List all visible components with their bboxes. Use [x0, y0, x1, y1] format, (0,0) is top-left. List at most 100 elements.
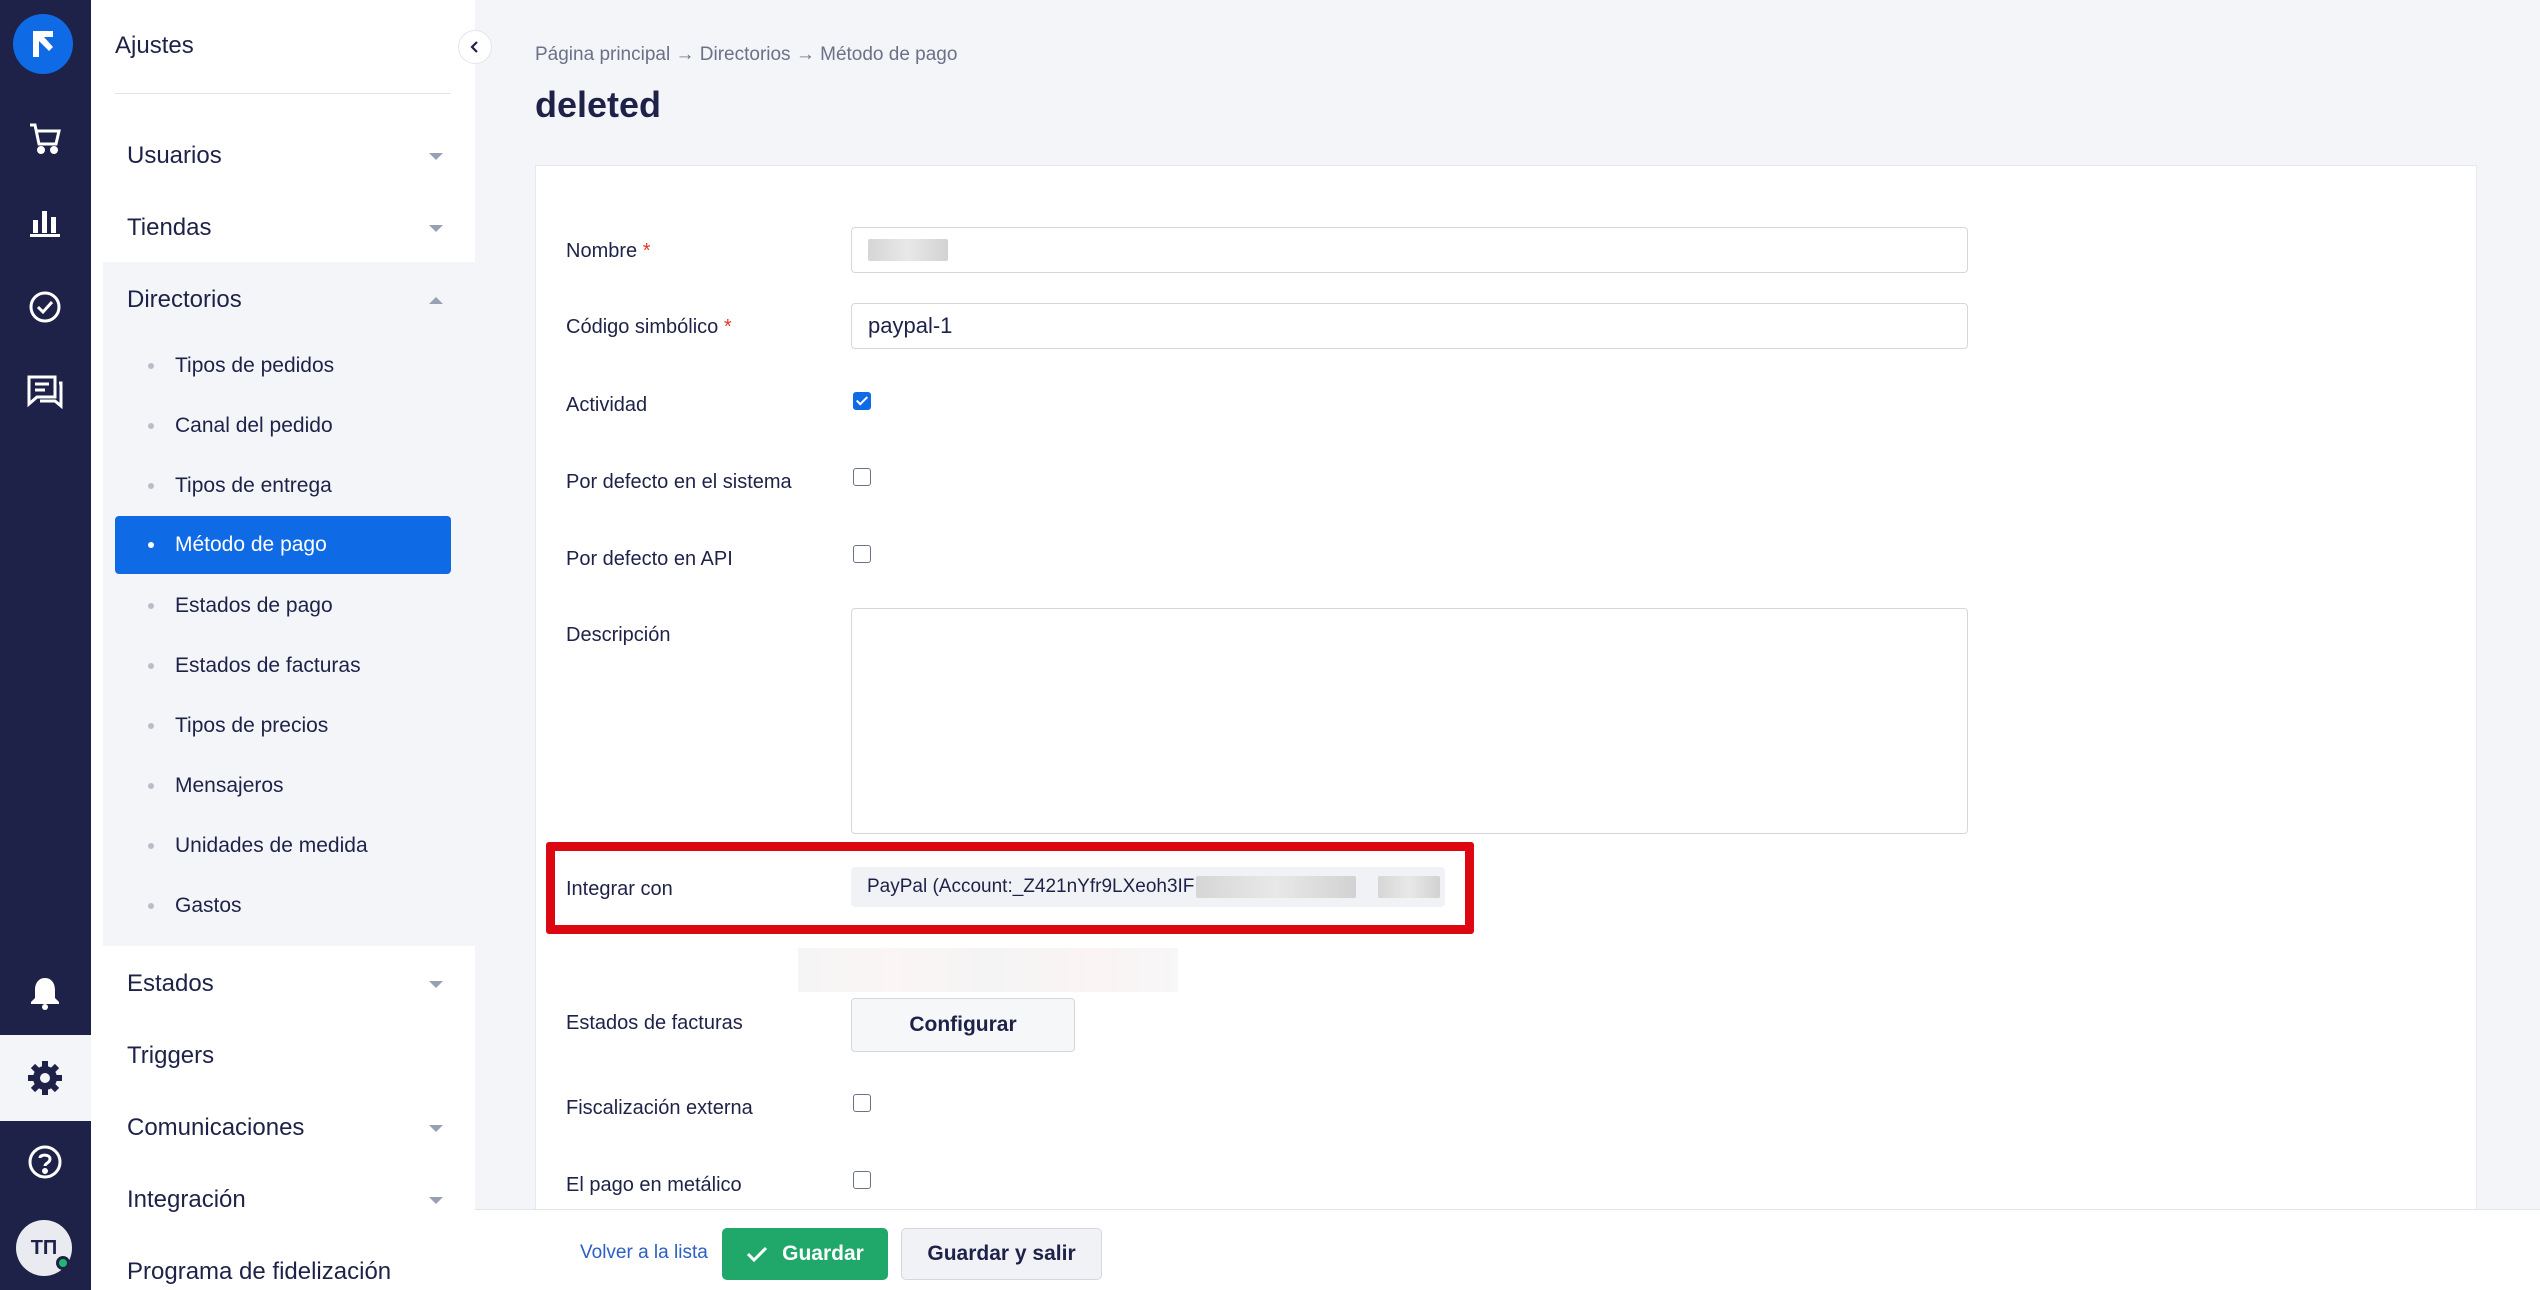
- defecto-api-checkbox[interactable]: [853, 545, 871, 563]
- redacted-value: [868, 239, 948, 261]
- defecto-api-label: Por defecto en API: [566, 548, 733, 570]
- sidebar-item-label: Tipos de precios: [175, 714, 329, 737]
- save-and-exit-button[interactable]: Guardar y salir: [901, 1228, 1102, 1280]
- sidebar-item-estados-de-pago[interactable]: Estados de pago: [115, 577, 451, 635]
- sidebar-item-label: Tipos de pedidos: [175, 354, 335, 377]
- sidebar-group-label: Programa de fidelización: [127, 1258, 392, 1285]
- chat-icon[interactable]: [22, 368, 68, 414]
- bullet-icon: [148, 843, 154, 849]
- sidebar-item-label: Unidades de medida: [175, 834, 368, 857]
- redacted-value: [1378, 876, 1441, 898]
- blurred-area: [798, 948, 1178, 992]
- chevron-down-icon: [429, 224, 443, 232]
- configurar-button[interactable]: Configurar: [851, 998, 1075, 1052]
- bullet-icon: [148, 542, 154, 548]
- sidebar-group-integracion[interactable]: Integración: [127, 1178, 451, 1222]
- actividad-checkbox[interactable]: [853, 392, 871, 410]
- check-icon: [747, 1246, 768, 1263]
- sidebar-item-canal-del-pedido[interactable]: Canal del pedido: [115, 397, 451, 455]
- sidebar-item-label: Estados de pago: [175, 594, 333, 617]
- bullet-icon: [148, 663, 154, 669]
- metalico-label: El pago en metálico: [566, 1174, 742, 1196]
- sidebar-group-triggers[interactable]: Triggers: [127, 1034, 451, 1078]
- descripcion-label: Descripción: [566, 624, 671, 646]
- sidebar-item-label: Método de pago: [175, 533, 327, 556]
- chevron-down-icon: [429, 980, 443, 988]
- online-status-indicator: [56, 1256, 70, 1270]
- save-button[interactable]: Guardar: [722, 1228, 888, 1280]
- required-mark: *: [723, 316, 732, 338]
- app-rail: TП: [0, 0, 91, 1290]
- nombre-label: Nombre *: [566, 240, 651, 262]
- sidebar-item-label: Mensajeros: [175, 774, 284, 797]
- sidebar-group-label: Directorios: [127, 286, 242, 313]
- sidebar-group-tiendas[interactable]: Tiendas: [127, 206, 451, 250]
- sidebar-group-label: Integración: [127, 1186, 246, 1213]
- settings-sidebar: Ajustes Usuarios Tiendas Directorios Tip…: [91, 0, 475, 1290]
- codigo-label: Código simbólico *: [566, 316, 732, 338]
- sidebar-group-label: Tiendas: [127, 214, 212, 241]
- breadcrumb[interactable]: Página principal → Directorios → Método …: [535, 44, 957, 66]
- bullet-icon: [148, 723, 154, 729]
- sidebar-group-label: Comunicaciones: [127, 1114, 305, 1141]
- sidebar-group-label: Estados: [127, 970, 214, 997]
- chevron-down-icon: [429, 1196, 443, 1204]
- sidebar-group-estados[interactable]: Estados: [127, 962, 451, 1006]
- sidebar-item-label: Canal del pedido: [175, 414, 333, 437]
- chevron-down-icon: [429, 152, 443, 160]
- cart-icon[interactable]: [22, 115, 68, 161]
- page-title: deleted: [535, 84, 662, 125]
- analytics-icon[interactable]: [22, 199, 68, 245]
- codigo-value: paypal-1: [868, 313, 953, 338]
- required-mark: *: [642, 240, 651, 262]
- bell-icon[interactable]: [22, 970, 68, 1016]
- sidebar-title: Ajustes: [115, 32, 194, 59]
- actividad-label: Actividad: [566, 394, 648, 416]
- sidebar-item-tipos-de-pedidos[interactable]: Tipos de pedidos: [115, 337, 451, 395]
- sidebar-item-tipos-de-precios[interactable]: Tipos de precios: [115, 697, 451, 755]
- bullet-icon: [148, 423, 154, 429]
- sidebar-item-label: Estados de facturas: [175, 654, 361, 677]
- sidebar-group-usuarios[interactable]: Usuarios: [127, 134, 451, 178]
- codigo-field[interactable]: paypal-1: [851, 303, 1968, 349]
- save-button-label: Guardar: [782, 1242, 864, 1265]
- estados-facturas-label: Estados de facturas: [566, 1012, 743, 1034]
- descripcion-textarea[interactable]: [851, 608, 1968, 834]
- sidebar-item-label: Tipos de entrega: [175, 474, 332, 497]
- bullet-icon: [148, 603, 154, 609]
- fiscalizacion-checkbox[interactable]: [853, 1094, 871, 1112]
- defecto-sistema-checkbox[interactable]: [853, 468, 871, 486]
- sidebar-item-metodo-de-pago[interactable]: Método de pago: [115, 516, 451, 574]
- sidebar-item-tipos-de-entrega[interactable]: Tipos de entrega: [115, 457, 451, 515]
- sidebar-item-gastos[interactable]: Gastos: [115, 877, 451, 935]
- bullet-icon: [148, 903, 154, 909]
- bullet-icon: [148, 783, 154, 789]
- help-icon[interactable]: [22, 1139, 68, 1185]
- sidebar-group-programa-de-fidelizacion[interactable]: Programa de fidelización: [127, 1250, 451, 1290]
- sidebar-divider: [115, 93, 451, 94]
- chevron-up-icon: [429, 296, 443, 304]
- integrar-label: Integrar con: [566, 878, 673, 900]
- collapse-sidebar-button[interactable]: [458, 30, 492, 64]
- sidebar-item-unidades-de-medida[interactable]: Unidades de medida: [115, 817, 451, 875]
- fiscalizacion-label: Fiscalización externa: [566, 1097, 753, 1119]
- metalico-checkbox[interactable]: [853, 1171, 871, 1189]
- sidebar-item-mensajeros[interactable]: Mensajeros: [115, 757, 451, 815]
- logo-icon[interactable]: [13, 14, 73, 74]
- tasks-icon[interactable]: [22, 284, 68, 330]
- sidebar-item-label: Gastos: [175, 894, 242, 917]
- back-to-list-link[interactable]: Volver a la lista: [580, 1242, 708, 1264]
- defecto-sistema-label: Por defecto en el sistema: [566, 471, 792, 493]
- chevron-down-icon: [429, 1124, 443, 1132]
- sidebar-group-directorios[interactable]: Directorios: [127, 278, 451, 322]
- nombre-field[interactable]: [851, 227, 1968, 273]
- sidebar-item-estados-de-facturas[interactable]: Estados de facturas: [115, 637, 451, 695]
- chevron-left-icon: [470, 41, 478, 53]
- sidebar-group-label: Triggers: [127, 1042, 215, 1069]
- integrar-value[interactable]: PayPal (Account:_Z421nYfr9LXeoh3IF: [851, 867, 1445, 907]
- bullet-icon: [148, 363, 154, 369]
- settings-icon[interactable]: [22, 1055, 68, 1101]
- redacted-value: [1196, 876, 1357, 898]
- sidebar-group-label: Usuarios: [127, 142, 222, 169]
- sidebar-group-comunicaciones[interactable]: Comunicaciones: [127, 1106, 451, 1150]
